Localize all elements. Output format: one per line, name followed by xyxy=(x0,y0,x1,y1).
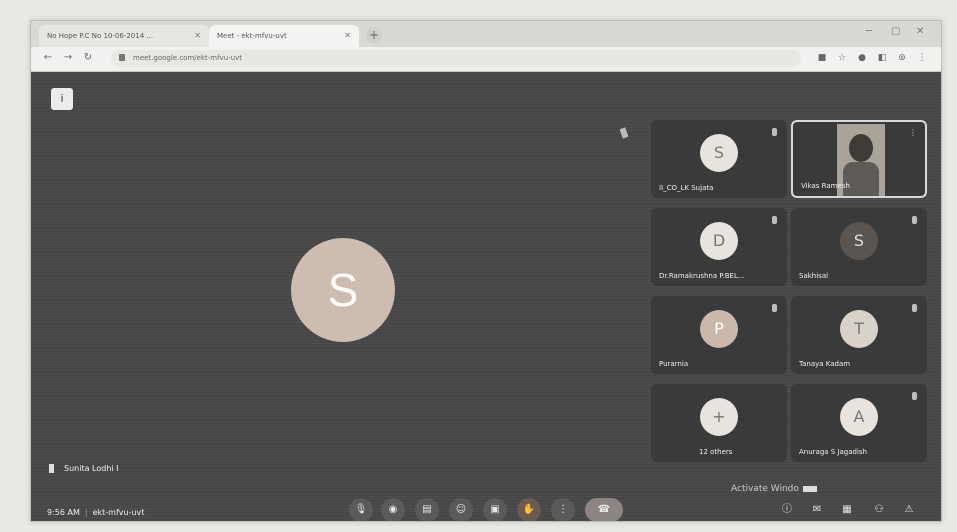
info-icon: ⓘ xyxy=(782,504,792,515)
participant-tile[interactable]: P Purarnia xyxy=(651,296,787,374)
forward-icon[interactable]: → xyxy=(61,51,75,65)
more-options-button[interactable]: ⋮ xyxy=(551,498,575,521)
participant-tile[interactable]: T Tanaya Kadam xyxy=(791,296,927,374)
captions-button[interactable]: ▤ xyxy=(415,498,439,521)
participant-tile[interactable]: A Anuraga S Jagadish xyxy=(791,384,927,462)
avatar: P xyxy=(700,310,738,348)
chat-button[interactable]: ✉ xyxy=(809,502,825,518)
lock-icon xyxy=(119,54,125,61)
muted-mic-icon xyxy=(912,392,917,400)
info-button[interactable]: ⓘ xyxy=(779,502,795,518)
host-controls-button[interactable]: ⚠ xyxy=(901,502,917,518)
activities-icon: ▦ xyxy=(842,504,852,515)
url-text: meet.google.com/ekt-mfvu-uvt xyxy=(133,54,242,62)
tab-label: No Hope P.C No 10-06-2014 ... xyxy=(47,32,154,40)
extension-icon[interactable]: ◧ xyxy=(876,51,888,65)
back-icon[interactable]: ← xyxy=(41,51,55,65)
camera-button[interactable]: ◉ xyxy=(381,498,405,521)
muted-mic-icon xyxy=(772,128,777,136)
participant-name: Tanaya Kadam xyxy=(799,360,851,368)
participant-tile-others[interactable]: + 12 others xyxy=(651,384,787,462)
address-bar-row: ← → ↻ meet.google.com/ekt-mfvu-uvt ■ ☆ ●… xyxy=(31,47,941,72)
participant-tile[interactable]: S II_CO_LK Sujata xyxy=(651,120,787,198)
participant-name: Sakhisal xyxy=(799,272,829,280)
mic-button[interactable]: 🎙 xyxy=(349,498,373,521)
participant-tile[interactable]: D Dr.Ramakrushna P.BEL... xyxy=(651,208,787,286)
muted-mic-icon xyxy=(912,216,917,224)
people-button[interactable]: ⚇ xyxy=(871,502,887,518)
avatar-group: + xyxy=(700,398,738,436)
watermark-badge xyxy=(802,485,817,492)
more-options-icon: ⋮ xyxy=(558,504,568,515)
camera-icon: ◉ xyxy=(388,504,398,515)
meeting-info-badge[interactable]: i xyxy=(51,88,73,110)
more-icon[interactable]: ⋮ xyxy=(909,128,917,137)
host-controls-icon: ⚠ xyxy=(904,504,914,515)
leave-call-button[interactable]: ☎ xyxy=(585,498,623,521)
participant-name: Dr.Ramakrushna P.BEL... xyxy=(659,272,745,280)
present-icon: ▣ xyxy=(490,504,500,515)
person-head xyxy=(849,134,873,162)
clock-time: 9:56 AM xyxy=(47,508,80,517)
captions-icon: ▤ xyxy=(422,504,432,515)
raise-hand-button[interactable]: ✋ xyxy=(517,498,541,521)
main-speaker-avatar: S xyxy=(291,238,395,342)
emoji-icon: ☺ xyxy=(455,504,467,515)
minimize-icon[interactable]: ─ xyxy=(866,26,872,37)
pin-icon[interactable] xyxy=(619,127,629,139)
participant-name: 12 others xyxy=(699,448,733,456)
pin-icon xyxy=(49,464,54,473)
close-window-icon[interactable]: ✕ xyxy=(916,26,924,37)
camera-indicator-icon[interactable]: ■ xyxy=(816,51,828,65)
close-icon[interactable]: ✕ xyxy=(344,25,351,47)
browser-tab[interactable]: No Hope P.C No 10-06-2014 ... ✕ xyxy=(39,25,209,47)
person-body xyxy=(843,162,879,196)
people-icon: ⚇ xyxy=(874,504,884,515)
present-button[interactable]: ▣ xyxy=(483,498,507,521)
muted-mic-icon xyxy=(772,304,777,312)
activate-text: Activate Windo xyxy=(731,484,799,494)
activities-button[interactable]: ▦ xyxy=(839,502,855,518)
tab-label: Meet - ekt-mfvu-uvt xyxy=(217,32,287,40)
separator: | xyxy=(84,508,88,517)
avatar: D xyxy=(700,222,738,260)
leave-call-icon: ☎ xyxy=(597,504,611,515)
address-bar[interactable]: meet.google.com/ekt-mfvu-uvt xyxy=(111,50,801,67)
screen-frame: No Hope P.C No 10-06-2014 ... ✕ Meet - e… xyxy=(30,20,942,522)
meeting-details: 9:56 AM | ekt-mfvu-uvt xyxy=(47,508,144,517)
extension-icon[interactable]: ● xyxy=(856,51,868,65)
avatar: S xyxy=(700,134,738,172)
avatar: T xyxy=(840,310,878,348)
avatar: S xyxy=(840,222,878,260)
participant-tile-video[interactable]: ⋮ Vikas Ramesh xyxy=(791,120,927,198)
bookmark-star-icon[interactable]: ☆ xyxy=(836,51,848,65)
muted-mic-icon xyxy=(772,216,777,224)
activate-windows-watermark: Activate Windo xyxy=(731,484,817,494)
meet-stage: i S S II_CO_LK Sujata ⋮ Vikas Ramesh D D… xyxy=(31,72,941,521)
self-name: Sunita Lodhi I xyxy=(64,464,119,473)
chat-icon: ✉ xyxy=(812,504,822,515)
reload-icon[interactable]: ↻ xyxy=(81,51,95,65)
participant-name: Vikas Ramesh xyxy=(801,182,850,190)
maximize-icon[interactable]: ▢ xyxy=(891,26,900,37)
browser-tab-strip: No Hope P.C No 10-06-2014 ... ✕ Meet - e… xyxy=(31,21,941,47)
browser-tab-active[interactable]: Meet - ekt-mfvu-uvt ✕ xyxy=(209,25,359,47)
mic-icon: 🎙 xyxy=(354,504,368,515)
participant-tile[interactable]: S Sakhisal xyxy=(791,208,927,286)
avatar: A xyxy=(840,398,878,436)
close-icon[interactable]: ✕ xyxy=(194,25,201,47)
new-tab-button[interactable]: + xyxy=(366,27,382,43)
muted-mic-icon xyxy=(912,304,917,312)
participant-name: Anuraga S Jagadish xyxy=(799,448,868,456)
meeting-code: ekt-mfvu-uvt xyxy=(92,508,145,517)
participant-name: Purarnia xyxy=(659,360,689,368)
menu-icon[interactable]: ⋮ xyxy=(916,51,928,65)
raise-hand-icon: ✋ xyxy=(522,504,536,515)
profile-icon[interactable]: ⊚ xyxy=(896,51,908,65)
self-name-label: Sunita Lodhi I xyxy=(49,464,119,473)
emoji-button[interactable]: ☺ xyxy=(449,498,473,521)
participant-name: II_CO_LK Sujata xyxy=(659,184,714,192)
